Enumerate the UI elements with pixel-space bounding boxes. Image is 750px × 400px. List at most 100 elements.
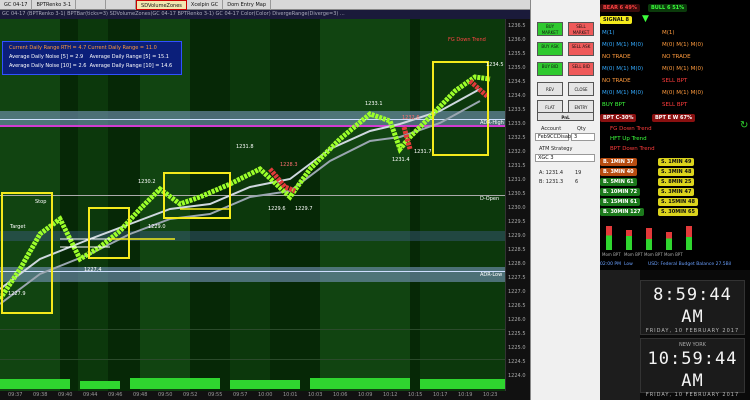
price-label: 1231.7	[414, 149, 432, 155]
account-label: Account	[541, 126, 562, 132]
price-label: 1229.0	[148, 224, 166, 230]
price-tick: 1234.5	[508, 79, 526, 85]
buy-bid-button[interactable]: BUY BID	[537, 62, 563, 76]
tab-instrument[interactable]: GC 04-17	[0, 0, 33, 10]
sell-1min: S. 1MIN 49	[658, 158, 695, 166]
time-tick: 09:38	[33, 392, 48, 398]
time-tick: 10:15	[408, 392, 423, 398]
sell-30min: S. 30MIN 65	[658, 208, 698, 216]
price-tick: 1232.0	[508, 149, 526, 155]
tab-dom-entry-map[interactable]: Dom Entry Map	[223, 0, 272, 10]
time-tick: 10:09	[358, 392, 373, 398]
sell-bpt-row: SELL BPT	[662, 102, 688, 108]
m-row: M(0) M(1) M(0)	[602, 90, 644, 96]
reverse-button[interactable]: REV	[537, 82, 563, 96]
price-tick: 1231.0	[508, 177, 526, 183]
price-label: 1232.6	[402, 115, 420, 121]
buy-15min: B. 15MIN 61	[600, 198, 641, 206]
highlight-box	[88, 207, 130, 259]
tab-sdvolumezones[interactable]: SDVolumeZones	[136, 0, 187, 10]
m-row: M(0) M(1) M(0)	[662, 42, 704, 48]
tab-blank-1[interactable]	[76, 0, 107, 10]
meter-bar	[646, 228, 652, 250]
time-tick: 09:52	[183, 392, 198, 398]
adr-high-label: ADR-High	[480, 120, 504, 126]
m-row: M(0) M(1) M(0)	[662, 90, 704, 96]
tab-bar-type[interactable]: BPTRenko 3-1	[32, 0, 77, 10]
price-tick: 1226.5	[508, 303, 526, 309]
buy-ask-button[interactable]: BUY ASK	[537, 42, 563, 56]
highlight-box	[163, 172, 231, 219]
news-impact: Low	[624, 262, 633, 267]
meter-label: Mom BPT	[644, 252, 663, 257]
daily-range-info-box: Current Daily Range RTH = 4.7 Current Da…	[2, 41, 182, 75]
price-chart[interactable]: Current Daily Range RTH = 4.7 Current Da…	[0, 19, 505, 391]
swing-low-label: 1227.4	[84, 267, 102, 273]
news-time: 02:00 PM	[600, 262, 621, 267]
tab-blank-2[interactable]	[106, 0, 137, 10]
price-tick: 1234.0	[508, 93, 526, 99]
time-tick: 10:12	[383, 392, 398, 398]
time-tick: 09:55	[208, 392, 223, 398]
price-tick: 1235.5	[508, 51, 526, 57]
time-tick: 10:00	[258, 392, 273, 398]
atm-strategy-label: ATM Strategy	[539, 146, 573, 152]
clock-city: NEW YORK	[679, 342, 706, 348]
sell-ask-button[interactable]: SELL ASK	[568, 42, 594, 56]
price-axis[interactable]: 1236.5 1236.0 1235.5 1235.0 1234.5 1234.0 1233…	[505, 19, 530, 391]
current-range-text: Current Daily Range RTH = 4.7 Current Da…	[9, 45, 157, 51]
side-strip	[600, 270, 640, 400]
bear-badge: BEAR 6 49%	[600, 4, 640, 12]
m-row: M(1)	[662, 30, 675, 36]
bpt-down-trend: BPT Down Trend	[610, 146, 655, 152]
sell-market-button[interactable]: SELL MARKET	[568, 22, 594, 36]
time-axis[interactable]: 09:37 09:38 09:40 09:44 09:46 09:48 09:50 09:52…	[0, 391, 530, 400]
price-label: 1229.7	[295, 206, 313, 212]
m-row: M(0) M(1) M(0)	[662, 66, 704, 72]
buy-bpt-row: BUY BPT	[602, 102, 626, 108]
sell-bpt-row: SELL BPT	[662, 78, 688, 84]
meter-bar	[626, 230, 632, 250]
sell-3min: S. 3MIN 48	[658, 168, 695, 176]
account-select[interactable]: Feb9CCDisabo	[535, 133, 574, 141]
time-tick: 09:57	[233, 392, 248, 398]
adr-low-label: ADR-Low	[480, 272, 503, 278]
refresh-icon[interactable]: ↻	[740, 120, 748, 131]
price-tick: 1229.0	[508, 233, 526, 239]
price-label: 1230.2	[138, 179, 156, 185]
price-tick: 1225.5	[508, 331, 526, 337]
price-tick: 1229.5	[508, 219, 526, 225]
close-button[interactable]: CLOSE	[568, 82, 594, 96]
sell-8min: S. 8MIN 25	[658, 178, 695, 186]
chart-tab-bar: GC 04-17 BPTRenko 3-1 SDVolumeZones Xcel…	[0, 0, 530, 10]
buy-5min: B. 5MIN 61	[600, 178, 637, 186]
meter-label: Mom BPT	[664, 252, 683, 257]
meter-label: Mom BPT	[602, 252, 621, 257]
price-tick: 1230.5	[508, 191, 526, 197]
meter-label: Mom BPT	[624, 252, 643, 257]
price-tick: 1236.0	[508, 37, 526, 43]
signal-arrow-icon: ▼	[642, 14, 649, 24]
down-trend-label: FG Down Trend	[448, 37, 486, 43]
clock-date: FRIDAY, 10 FEBRUARY 2017	[645, 328, 740, 334]
swing-high-label: 1233.1	[365, 101, 383, 107]
pnl-display: PnL	[537, 112, 594, 121]
local-clock: 8:59:44 AM FRIDAY, 10 FEBRUARY 2017	[640, 280, 745, 335]
atm-strategy-select[interactable]: XGC 3	[535, 154, 595, 162]
tab-xcelpin[interactable]: Xcelpin GC	[187, 0, 224, 10]
avg-noise-5: Average Daily Noise [5] = 2.9	[9, 54, 84, 60]
m-row: M(0) M(1) M(0)	[602, 66, 644, 72]
buy-30min: B. 30MIN 127	[600, 208, 644, 216]
time-tick: 10:01	[283, 392, 298, 398]
buy-market-button[interactable]: BUY MARKET	[537, 22, 563, 36]
time-tick: 10:03	[308, 392, 323, 398]
ma-band-lower	[0, 100, 481, 305]
sell-15min: S. 15MIN 48	[658, 198, 698, 206]
time-tick: 09:40	[58, 392, 73, 398]
sell-bid-button[interactable]: SELL BID	[568, 62, 594, 76]
qty-label: Qty	[577, 126, 586, 132]
avg-noise-10: Average Daily Noise [10] = 2.6	[9, 63, 87, 69]
qty-input[interactable]: 3	[571, 133, 595, 141]
avg-range-10: Average Daily Range [10] = 14.6	[89, 63, 173, 69]
price-label: 1227.9	[8, 291, 26, 297]
